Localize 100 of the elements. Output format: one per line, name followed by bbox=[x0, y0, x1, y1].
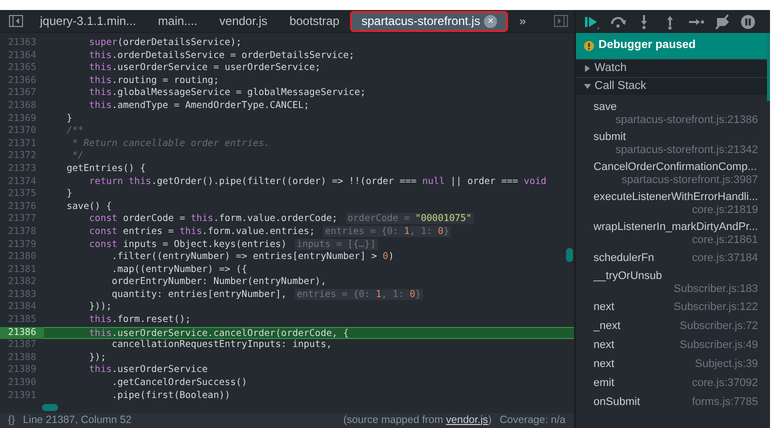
inline-value: orderCode = "00001075" bbox=[346, 213, 474, 224]
call-frame[interactable]: onSubmit forms.js:7785 bbox=[576, 393, 770, 412]
function-name: submit bbox=[594, 131, 627, 144]
sidebar-toggle-icon[interactable] bbox=[554, 15, 568, 27]
call-frame[interactable]: executeListenerWithErrorHandli... core.js:21819 bbox=[576, 189, 770, 219]
call-frame[interactable]: schedulerFn core.js:37184 bbox=[576, 249, 770, 268]
code-line: return this.getOrder().pipe(filter((order) => !!(order === null || order === void bbox=[88, 176, 546, 187]
frame-location: spartacus-storefront.js:3987 bbox=[620, 174, 758, 187]
code-line: })); bbox=[88, 301, 112, 312]
code-line: this.globalMessageService = globalMessageService; bbox=[88, 87, 366, 98]
function-name: next bbox=[594, 339, 614, 352]
coverage-text: Coverage: n/a bbox=[500, 412, 566, 428]
line-number: 21379 bbox=[7, 238, 38, 252]
code-line: .getCancelOrderSuccess() bbox=[110, 377, 248, 388]
code-line: } bbox=[66, 112, 72, 124]
code-line: getEntries() { bbox=[66, 162, 146, 174]
section-header[interactable]: Call Stack bbox=[576, 77, 770, 95]
call-frame[interactable]: emit core.js:37092 bbox=[576, 374, 770, 393]
code-line: cancellationRequestEntryInputs: inputs, bbox=[110, 339, 332, 350]
call-frame[interactable]: submit spartacus-storefront.js:21342 bbox=[576, 129, 770, 159]
call-frame[interactable]: next Subscriber.js:122 bbox=[576, 298, 770, 317]
code-line: }); bbox=[88, 352, 106, 363]
file-tab[interactable]: spartacus-storefront.js × bbox=[350, 10, 508, 32]
line-number: 21363 bbox=[7, 37, 38, 50]
code-line: this.userOrderService = userOrderService; bbox=[88, 62, 321, 74]
call-frame[interactable]: next Subject.js:39 bbox=[576, 355, 770, 374]
function-name: save bbox=[594, 101, 618, 114]
function-name: wrapListenerIn_markDirtyAndPr... bbox=[594, 221, 758, 234]
scrollbar-thumb[interactable] bbox=[42, 404, 58, 411]
line-number: 21384 bbox=[7, 301, 38, 314]
function-name: next bbox=[594, 301, 614, 314]
function-name: schedulerFn bbox=[594, 252, 654, 265]
line-number: 21372 bbox=[7, 150, 38, 163]
line-number: 21385 bbox=[7, 314, 38, 327]
pause-icon[interactable] bbox=[740, 14, 756, 30]
line-number: 21383 bbox=[7, 288, 38, 302]
line-number: 21371 bbox=[7, 138, 38, 150]
call-frame[interactable]: _next Subscriber.js:72 bbox=[576, 317, 770, 336]
line-number: 21389 bbox=[7, 364, 38, 378]
code-line: const entries = this.form.value.entries; bbox=[88, 226, 315, 237]
scrollbar-thumb[interactable] bbox=[566, 248, 573, 262]
file-tab[interactable]: main.... bbox=[147, 10, 208, 32]
inline-value: entries = {0: 1, 1: 0} bbox=[294, 288, 423, 300]
line-number: 21378 bbox=[7, 226, 38, 238]
code-line: super(orderDetailsService); bbox=[88, 37, 242, 48]
frame-location: Subscriber.js:49 bbox=[680, 339, 758, 352]
line-number: 21390 bbox=[7, 377, 38, 390]
code-line: */ bbox=[71, 150, 84, 162]
code-line: const orderCode = this.form.value.orderCode; bbox=[88, 213, 338, 224]
file-tab[interactable]: jquery-3.1.1.min... bbox=[29, 10, 148, 32]
line-number: 21377 bbox=[7, 213, 38, 226]
cursor-position: Line 21387, Column 52 bbox=[23, 412, 132, 428]
function-name: executeListenerWithErrorHandli... bbox=[594, 191, 758, 204]
frame-location: spartacus-storefront.js:21342 bbox=[614, 144, 758, 157]
function-name: onSubmit bbox=[594, 396, 640, 409]
file-tab[interactable]: vendor.js bbox=[208, 10, 278, 32]
line-number: 21369 bbox=[7, 112, 38, 126]
line-number: 21376 bbox=[7, 200, 38, 214]
sidebar-toggle-icon[interactable] bbox=[9, 15, 23, 27]
code-line: .filter((entryNumber) => entries[entryNumber] > 0) bbox=[110, 251, 394, 262]
frame-location: core.js:37184 bbox=[692, 252, 758, 265]
more-tabs-button[interactable]: » bbox=[508, 10, 537, 32]
call-frame[interactable]: next Subscriber.js:49 bbox=[576, 336, 770, 355]
file-tab[interactable]: bootstrap bbox=[278, 10, 350, 32]
code-line: this.amendType = AmendOrderType.CANCEL; bbox=[88, 100, 310, 111]
call-frame[interactable]: save spartacus-storefront.js:21386 bbox=[576, 99, 770, 129]
function-name: _next bbox=[594, 320, 620, 333]
function-name: emit bbox=[594, 377, 614, 390]
collapsed-icon bbox=[584, 65, 591, 72]
line-number: 21366 bbox=[7, 74, 38, 88]
call-frame[interactable]: CancelOrderConfirmationComp... spartacus-storefront.js:3987 bbox=[576, 159, 770, 189]
code-line: save() { bbox=[66, 200, 112, 212]
line-number: 21388 bbox=[7, 352, 38, 364]
frame-location: Subscriber.js:122 bbox=[674, 301, 758, 314]
line-number: 21370 bbox=[7, 125, 38, 138]
line-number: 21365 bbox=[7, 62, 38, 75]
info-icon bbox=[584, 41, 594, 51]
deactivate-breakpoints-icon[interactable] bbox=[714, 14, 730, 30]
line-number: 21374 bbox=[7, 176, 38, 188]
source-link[interactable]: vendor.js bbox=[446, 414, 488, 426]
banner-text: Debugger paused bbox=[598, 38, 696, 54]
expanded-icon bbox=[584, 83, 591, 90]
frame-location: Subject.js:39 bbox=[695, 358, 758, 371]
code-line: * Return cancellable order entries. bbox=[71, 138, 270, 149]
call-frame[interactable]: wrapListenerIn_markDirtyAndPr... core.js:21861 bbox=[576, 219, 770, 249]
section-header[interactable]: Watch bbox=[576, 59, 770, 77]
code-line: this.userOrderService.cancelOrder(orderCode, { bbox=[88, 328, 349, 339]
code-line: orderEntryNumber: Number(entryNumber), bbox=[110, 276, 326, 288]
line-number: 21382 bbox=[7, 276, 38, 289]
line-number: 21386 bbox=[0, 326, 44, 340]
line-number: 21368 bbox=[7, 100, 38, 113]
scrollbar-thumb[interactable] bbox=[767, 33, 770, 101]
frame-location: core.js:37092 bbox=[692, 377, 758, 390]
format-button[interactable]: {} bbox=[8, 412, 16, 428]
code-line: } bbox=[66, 188, 72, 200]
call-frame[interactable]: __tryOrUnsub Subscriber.js:183 bbox=[576, 268, 770, 298]
frame-location: spartacus-storefront.js:21386 bbox=[614, 114, 758, 127]
line-number: 21387 bbox=[7, 339, 38, 352]
frame-location: forms.js:7785 bbox=[692, 396, 758, 409]
line-number: 21375 bbox=[7, 188, 38, 201]
